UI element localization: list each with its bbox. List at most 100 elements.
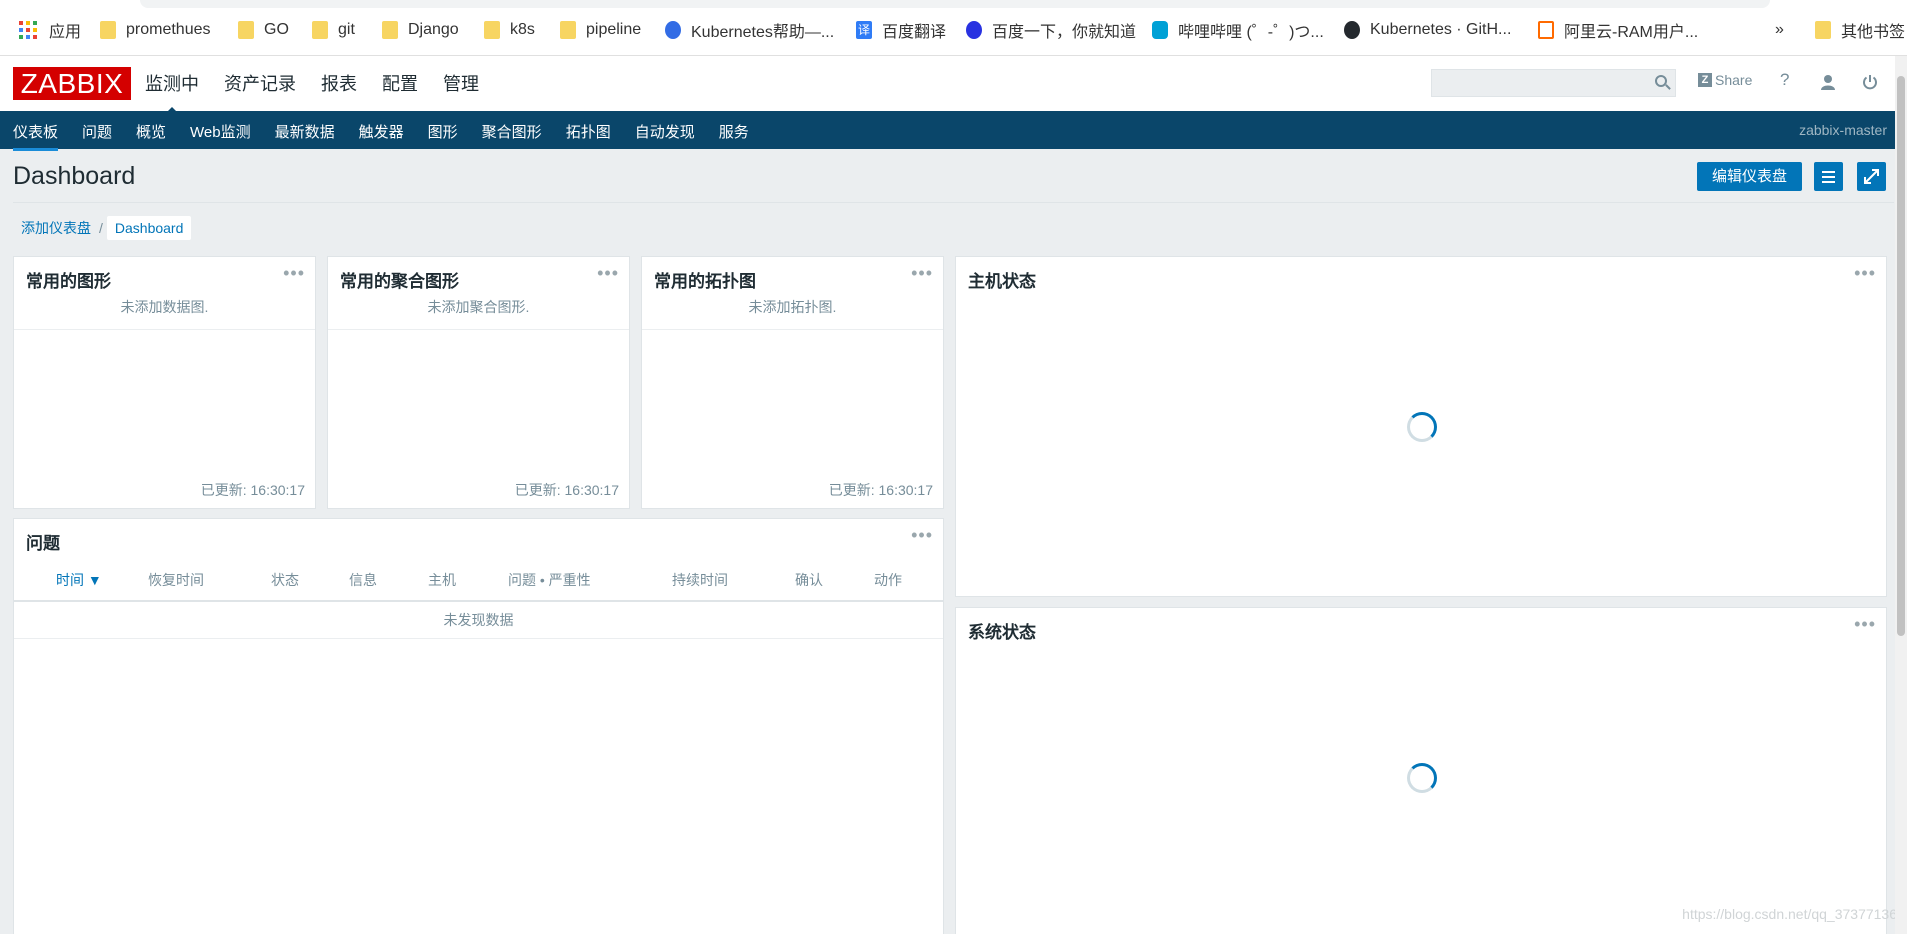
bookmark-item[interactable]: promethues — [100, 19, 211, 41]
widget-favourite-screens: 常用的聚合图形 ••• 未添加聚合图形. 已更新: 16:30:17 — [327, 256, 630, 509]
bookmark-item[interactable]: 百度一下，你就知道 — [966, 19, 1136, 41]
breadcrumb-add-dashboard[interactable]: 添加仪表盘 — [13, 218, 99, 238]
widget-empty-message: 未添加拓扑图. — [642, 297, 943, 330]
column-time[interactable]: 时间 ▼ — [56, 570, 102, 590]
nav-inventory[interactable]: 资产记录 — [224, 70, 296, 96]
widget-menu-icon[interactable]: ••• — [1854, 263, 1876, 284]
bookmarks-bar: 应用 promethues GO git Django k8s pipeline… — [0, 0, 1907, 56]
aliyun-icon — [1538, 21, 1554, 39]
edit-dashboard-button[interactable]: 编辑仪表盘 — [1697, 162, 1802, 191]
subnav-discovery[interactable]: 自动发现 — [635, 121, 695, 142]
nav-reports[interactable]: 报表 — [321, 70, 357, 96]
bookmark-label: 阿里云-RAM用户... — [1564, 24, 1699, 41]
bookmark-item[interactable]: Kubernetes帮助—... — [665, 19, 834, 41]
bookmark-apps[interactable]: 应用 — [19, 19, 81, 41]
folder-icon — [382, 21, 398, 39]
search-icon[interactable] — [1655, 75, 1667, 87]
breadcrumb-separator: / — [99, 220, 103, 236]
bookmark-label: k8s — [510, 21, 535, 38]
column-info: 信息 — [349, 572, 377, 588]
widget-empty-message: 未添加聚合图形. — [328, 297, 629, 330]
search-input[interactable] — [1431, 69, 1676, 97]
apps-grid-icon — [19, 21, 37, 39]
scrollbar-thumb[interactable] — [1897, 76, 1905, 636]
bookmark-item[interactable]: 译百度翻译 — [856, 19, 946, 41]
dashboard-list-button[interactable] — [1814, 162, 1843, 191]
zabbix-logo[interactable]: ZABBIX — [13, 67, 131, 100]
bookmark-item[interactable]: Kubernetes · GitH... — [1344, 19, 1511, 41]
server-name: zabbix-master — [1799, 122, 1887, 138]
widget-menu-icon[interactable]: ••• — [597, 263, 619, 284]
subnav-maps[interactable]: 拓扑图 — [566, 121, 611, 142]
chevron-double-right-icon: » — [1775, 21, 1784, 38]
address-bar-edge — [140, 0, 1770, 8]
bookmark-item[interactable]: k8s — [484, 19, 535, 41]
column-status: 状态 — [271, 572, 299, 588]
watermark-text: https://blog.csdn.net/qq_37377136 — [1682, 906, 1897, 922]
widget-title: 主机状态 — [968, 272, 1036, 291]
subnav-web[interactable]: Web监测 — [190, 121, 251, 142]
folder-icon — [484, 21, 500, 39]
subnav-services[interactable]: 服务 — [719, 121, 749, 142]
folder-icon — [560, 21, 576, 39]
widget-menu-icon[interactable]: ••• — [911, 263, 933, 284]
widget-menu-icon[interactable]: ••• — [1854, 614, 1876, 635]
bookmark-label: Django — [408, 21, 459, 38]
power-signout-icon[interactable] — [1862, 74, 1878, 93]
widget-title: 问题 — [26, 534, 60, 553]
loading-spinner-icon — [1407, 763, 1437, 793]
bookmarks-overflow-button[interactable]: » — [1775, 19, 1784, 41]
help-icon[interactable]: ? — [1780, 70, 1789, 90]
bookmark-other[interactable]: 其他书签 — [1815, 19, 1905, 41]
github-icon — [1344, 21, 1360, 39]
subnav-latest-data[interactable]: 最新数据 — [275, 121, 335, 142]
fullscreen-expand-icon — [1864, 169, 1879, 184]
bookmark-label: git — [338, 21, 355, 38]
loading-spinner-icon — [1407, 412, 1437, 442]
bookmark-label: 哔哩哔哩 (゜-゜)つ... — [1178, 24, 1324, 41]
share-label: Share — [1715, 72, 1753, 88]
bookmark-item[interactable]: GO — [238, 19, 289, 41]
bookmark-label: pipeline — [586, 21, 642, 38]
nav-configuration[interactable]: 配置 — [382, 70, 418, 96]
widget-host-status: 主机状态 ••• — [955, 256, 1887, 597]
subnav-dashboard[interactable]: 仪表板 — [13, 121, 59, 151]
column-ack: 确认 — [795, 572, 823, 588]
widget-menu-icon[interactable]: ••• — [911, 525, 933, 546]
bookmark-label: GO — [264, 21, 289, 38]
widget-title: 常用的图形 — [26, 272, 111, 291]
subnav-triggers[interactable]: 触发器 — [359, 121, 404, 142]
widget-favourite-graphs: 常用的图形 ••• 未添加数据图. 已更新: 16:30:17 — [13, 256, 316, 509]
widget-favourite-maps: 常用的拓扑图 ••• 未添加拓扑图. 已更新: 16:30:17 — [641, 256, 944, 509]
bookmark-item[interactable]: pipeline — [560, 19, 641, 41]
hamburger-menu-icon — [1822, 171, 1835, 183]
bookmark-item[interactable]: 阿里云-RAM用户... — [1538, 19, 1698, 41]
widget-menu-icon[interactable]: ••• — [283, 263, 305, 284]
bilibili-icon — [1152, 21, 1168, 39]
bookmark-label: promethues — [126, 21, 211, 38]
subnav-problems[interactable]: 问题 — [82, 121, 112, 142]
bookmark-item[interactable]: git — [312, 19, 355, 41]
bookmark-label: 应用 — [49, 24, 82, 41]
baidu-translate-icon: 译 — [856, 21, 872, 39]
widget-system-status: 系统状态 ••• — [955, 607, 1887, 934]
subnav-screens[interactable]: 聚合图形 — [482, 121, 542, 142]
bookmark-item[interactable]: Django — [382, 19, 459, 41]
folder-icon — [100, 21, 116, 39]
bookmark-item[interactable]: 哔哩哔哩 (゜-゜)つ... — [1152, 19, 1324, 41]
page-scrollbar[interactable] — [1895, 56, 1907, 934]
bookmark-label: Kubernetes · GitH... — [1370, 21, 1512, 38]
widget-updated-time: 已更新: 16:30:17 — [828, 482, 933, 498]
nav-monitoring[interactable]: 监测中 — [145, 70, 199, 115]
table-empty-message: 未发现数据 — [14, 602, 943, 639]
breadcrumb-current[interactable]: Dashboard — [106, 216, 192, 240]
column-problem-severity: 问题 • 严重性 — [508, 572, 591, 588]
user-profile-icon[interactable] — [1820, 74, 1836, 93]
share-button[interactable]: Z Share — [1698, 72, 1752, 88]
nav-administration[interactable]: 管理 — [443, 70, 479, 96]
app-header: ZABBIX 监测中 资产记录 报表 配置 管理 Z Share ? — [0, 56, 1907, 115]
subnav-graphs[interactable]: 图形 — [428, 121, 458, 142]
subnav-overview[interactable]: 概览 — [136, 121, 166, 142]
breadcrumb: 添加仪表盘 / Dashboard — [13, 215, 192, 241]
fullscreen-button[interactable] — [1857, 162, 1886, 191]
